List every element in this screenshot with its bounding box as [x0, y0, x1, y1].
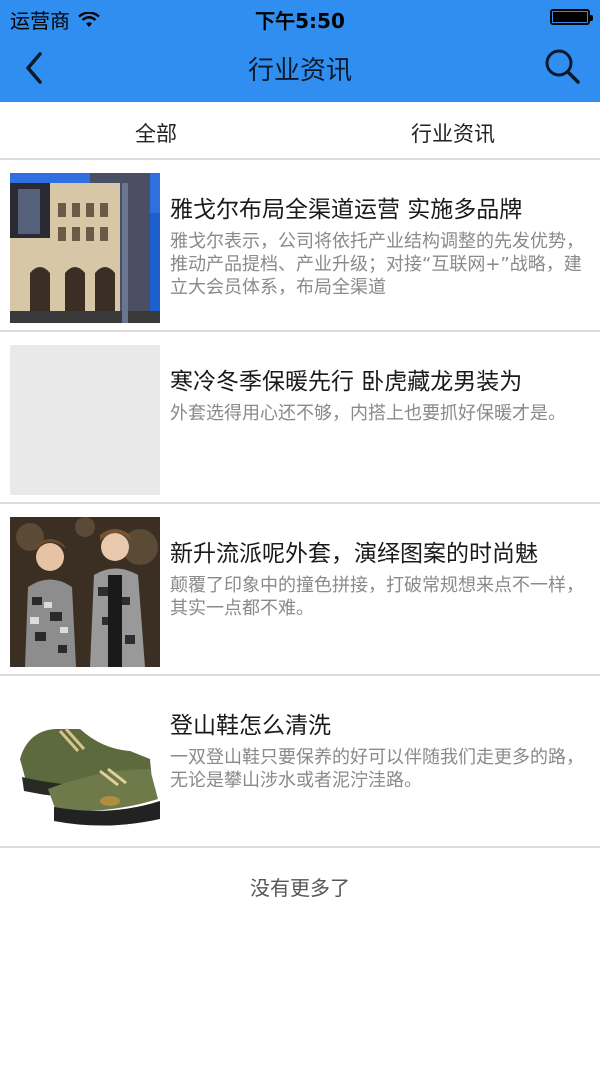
news-summary: 外套选得用心还不够，内搭上也要抓好保暖才是。	[170, 403, 566, 424]
news-title: 寒冷冬季保暖先行 卧虎藏龙男装为	[170, 369, 523, 395]
news-summary: 雅戈尔表示，公司将依托产业结构调整的先发优势，推动产品提档、产业升级；对接“互联…	[170, 231, 584, 298]
news-title: 雅戈尔布局全渠道运营 实施多品牌	[170, 197, 523, 223]
page-title: 行业资讯	[247, 56, 352, 86]
battery-icon	[550, 9, 593, 25]
news-list: 雅戈尔布局全渠道运营 实施多品牌 雅戈尔表示，公司将依托产业结构调整的先发优势，…	[0, 160, 600, 848]
building-photo	[10, 173, 160, 323]
search-icon[interactable]	[542, 46, 582, 86]
tab-industry-news[interactable]: 行业资讯	[411, 118, 495, 148]
news-item[interactable]: 新升流派呢外套，演绎图案的时尚魅 颠覆了印象中的撞色拼接，打破常规想来点不一样，…	[0, 504, 600, 676]
news-thumbnail-placeholder	[10, 345, 160, 495]
news-title: 新升流派呢外套，演绎图案的时尚魅	[170, 541, 538, 567]
news-title: 登山鞋怎么清洗	[170, 713, 331, 739]
status-bar: 运营商 下午5:50	[0, 0, 600, 34]
no-more-label: 没有更多了	[250, 876, 350, 900]
news-item[interactable]: 雅戈尔布局全渠道运营 实施多品牌 雅戈尔表示，公司将依托产业结构调整的先发优势，…	[0, 160, 600, 332]
fashion-photo	[10, 517, 160, 667]
news-thumbnail	[10, 517, 160, 667]
news-thumbnail	[10, 173, 160, 323]
news-summary: 颠覆了印象中的撞色拼接，打破常规想来点不一样，其实一点都不难。	[170, 575, 584, 619]
news-item[interactable]: 寒冷冬季保暖先行 卧虎藏龙男装为 外套选得用心还不够，内搭上也要抓好保暖才是。	[0, 332, 600, 504]
hiking-shoe-photo	[10, 689, 160, 839]
tab-all[interactable]: 全部	[135, 118, 177, 148]
nav-bar: 行业资讯	[0, 34, 600, 102]
status-time: 下午5:50	[255, 9, 345, 33]
news-thumbnail	[10, 689, 160, 839]
top-bar: 运营商 下午5:50 行业资讯	[0, 0, 600, 102]
category-tabs: 全部 行业资讯	[0, 102, 600, 160]
news-summary: 一双登山鞋只要保养的好可以伴随我们走更多的路，无论是攀山涉水或者泥泞洼路。	[170, 747, 584, 791]
news-item[interactable]: 登山鞋怎么清洗 一双登山鞋只要保养的好可以伴随我们走更多的路，无论是攀山涉水或者…	[0, 676, 600, 848]
